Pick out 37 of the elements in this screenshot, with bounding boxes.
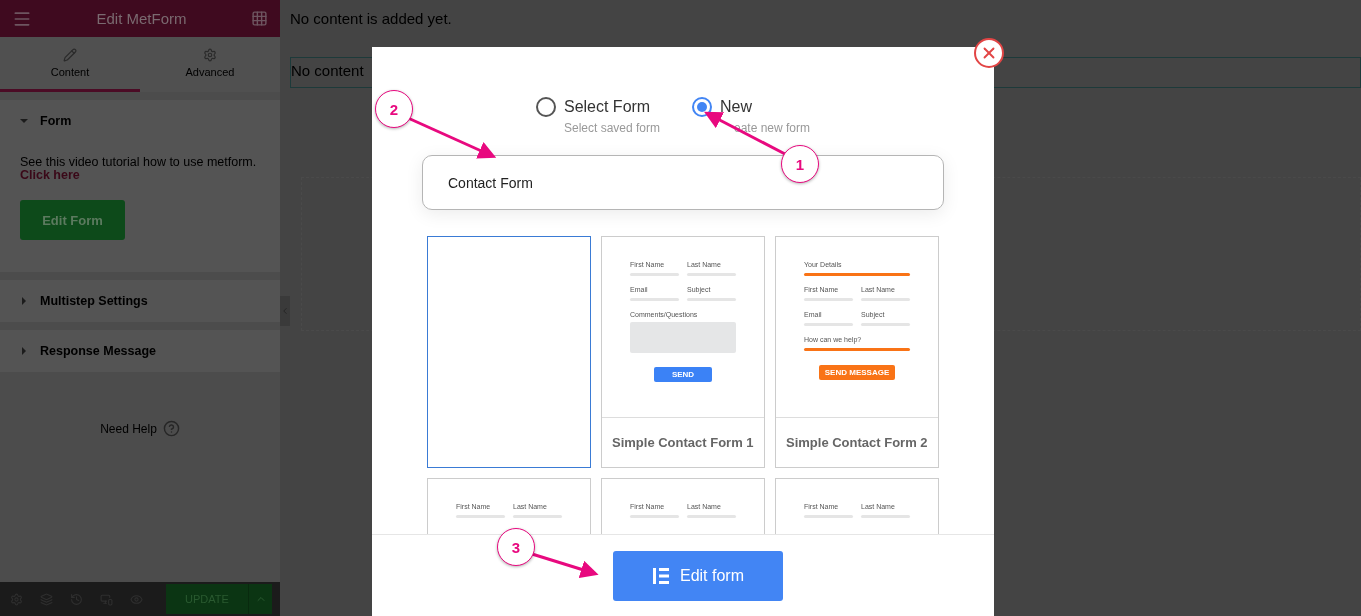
- pencil-icon: [63, 48, 77, 62]
- settings-icon: [203, 48, 217, 62]
- template-title: Simple Contact Form 1: [611, 434, 755, 452]
- preview-button: SEND: [654, 367, 712, 382]
- edit-form-button[interactable]: Edit form: [613, 550, 783, 601]
- section-header[interactable]: Form: [0, 100, 280, 142]
- panel-title: Edit MetForm: [96, 10, 187, 27]
- update-options-button[interactable]: [248, 584, 272, 614]
- radio-button[interactable]: [535, 97, 556, 117]
- section-header[interactable]: Multistep Settings: [0, 280, 280, 322]
- help-icon[interactable]: [162, 420, 180, 437]
- panel-tab[interactable]: Content: [0, 37, 140, 92]
- radio-hint: Select saved form: [563, 121, 660, 135]
- grid-icon[interactable]: [251, 10, 268, 27]
- empty-notice: No content is added yet.: [290, 10, 453, 29]
- radio-button[interactable]: [692, 97, 712, 117]
- annotation-arrow: [531, 552, 599, 578]
- elementor-icon: [652, 566, 670, 585]
- radio-label[interactable]: Select Form: [563, 98, 660, 116]
- section-title: Multistep Settings: [40, 294, 148, 308]
- help-text[interactable]: Need Help: [100, 421, 157, 436]
- edit-form-button[interactable]: Edit Form: [20, 200, 125, 240]
- section-title: Form: [40, 114, 72, 128]
- close-button[interactable]: [974, 38, 1004, 68]
- caret-down-icon: [20, 117, 28, 125]
- tutorial-text: See this video tutorial how to use metform. Click here: [20, 156, 258, 182]
- section-title: Response Message: [40, 344, 157, 358]
- template-card[interactable]: [427, 236, 591, 468]
- caret-right-icon: [20, 297, 28, 305]
- template-title: Simple Contact Form 2: [785, 434, 929, 452]
- section-header[interactable]: Response Message: [0, 330, 280, 372]
- caret-right-icon: [20, 347, 28, 355]
- tutorial-link[interactable]: Click here: [20, 168, 80, 182]
- radio-label[interactable]: New: [720, 98, 811, 116]
- panel-tab[interactable]: Advanced: [140, 37, 280, 92]
- collapse-handle[interactable]: [280, 296, 290, 326]
- preview-button: SEND MESSAGE: [818, 365, 896, 380]
